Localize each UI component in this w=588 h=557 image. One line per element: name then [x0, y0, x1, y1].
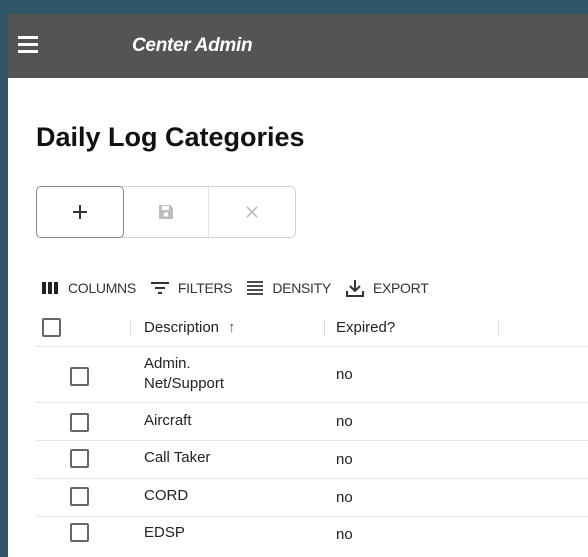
action-button-group: [36, 186, 296, 238]
filters-label: FILTERS: [177, 280, 233, 296]
cell-expired: no: [336, 526, 353, 543]
cell-description: Aircraft: [144, 412, 192, 429]
table-row[interactable]: CORD no: [36, 478, 588, 517]
cell-expired: no: [336, 451, 353, 468]
page-title: Daily Log Categories: [36, 122, 305, 152]
view-column-icon: [42, 282, 58, 294]
cell-expired: no: [336, 366, 353, 383]
cell-description: CORD: [144, 487, 189, 504]
row-checkbox[interactable]: [70, 413, 89, 432]
add-button[interactable]: [36, 186, 124, 238]
table-row[interactable]: EDSP no: [36, 516, 588, 555]
select-all-checkbox[interactable]: [42, 318, 61, 337]
hamburger-menu-icon[interactable]: [18, 36, 38, 54]
row-checkbox[interactable]: [70, 367, 89, 386]
column-header-expired-label: Expired?: [336, 318, 396, 336]
cell-description: Call Taker: [144, 449, 211, 466]
table-row[interactable]: Aircraft no: [36, 402, 588, 441]
cell-expired: no: [336, 413, 353, 430]
save-button[interactable]: [123, 187, 210, 237]
download-icon: [345, 280, 364, 297]
row-checkbox[interactable]: [70, 487, 89, 506]
filter-list-icon: [150, 282, 169, 294]
column-separator: [324, 320, 325, 336]
cell-description: EDSP: [144, 524, 185, 541]
filters-button[interactable]: FILTERS: [150, 280, 233, 296]
density-icon: [247, 281, 264, 295]
app-bar: Center Admin: [8, 14, 588, 78]
cancel-button[interactable]: [209, 187, 295, 237]
row-checkbox[interactable]: [70, 523, 89, 542]
column-header-expired[interactable]: Expired?: [336, 312, 395, 342]
density-label: DENSITY: [272, 280, 331, 296]
export-button[interactable]: EXPORT: [345, 278, 429, 298]
grid-toolbar: COLUMNS FILTERS DENSITY EXPORT: [42, 276, 442, 300]
sort-ascending-icon[interactable]: ↑: [228, 319, 236, 336]
export-label: EXPORT: [372, 280, 429, 296]
app-title: Center Admin: [132, 35, 253, 56]
cell-description: Admin. Net/Support: [144, 355, 225, 392]
close-icon: [246, 206, 258, 218]
plus-icon: [72, 205, 87, 219]
table-row[interactable]: Admin. Net/Support no: [36, 346, 588, 403]
columns-button[interactable]: COLUMNS: [42, 280, 136, 296]
row-checkbox[interactable]: [70, 449, 89, 468]
app-window: Center Admin Daily Log Categories COLUMN…: [8, 14, 588, 557]
floppy-disk-icon: [158, 205, 173, 219]
column-separator: [130, 320, 131, 336]
columns-label: COLUMNS: [68, 280, 136, 296]
table-row[interactable]: Call Taker no: [36, 440, 588, 479]
column-separator: [498, 320, 499, 336]
density-button[interactable]: DENSITY: [246, 280, 331, 296]
cell-expired: no: [336, 489, 353, 506]
column-header-description-label: Description: [144, 318, 220, 336]
column-header-description[interactable]: Description ↑: [144, 312, 236, 342]
grid-header: Description ↑ Expired?: [42, 312, 588, 342]
